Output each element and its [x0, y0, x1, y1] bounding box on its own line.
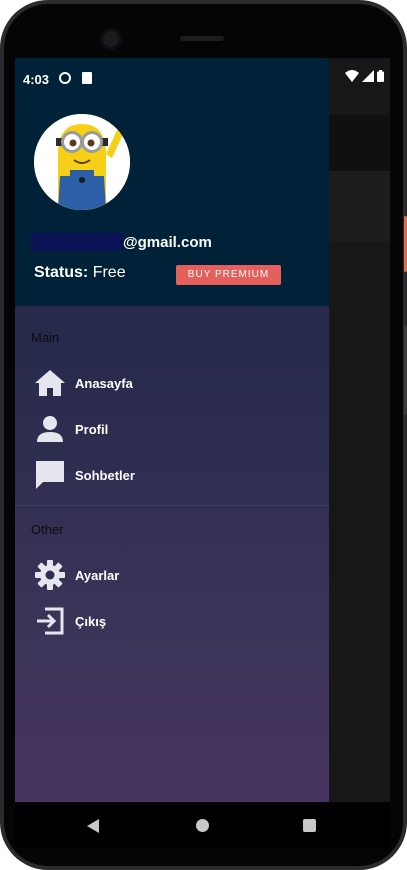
camera — [103, 31, 119, 47]
status-bar: 4:03 — [15, 58, 390, 98]
logout-icon — [34, 605, 66, 637]
menu-label-logout: Çıkış — [75, 613, 107, 629]
data-saver-icon — [59, 72, 71, 84]
email-domain: @gmail.com — [123, 233, 212, 251]
speaker — [180, 36, 224, 41]
recents-icon[interactable] — [303, 819, 316, 832]
signal-icon — [362, 70, 374, 82]
status-row: Status: Free — [34, 264, 126, 282]
section-title-other: Other — [31, 522, 64, 537]
wifi-icon — [345, 70, 359, 82]
menu-label-profile: Profil — [75, 421, 109, 437]
menu-item-logout[interactable]: Çıkış — [34, 601, 314, 641]
buy-premium-button[interactable]: BUY PREMIUM — [176, 265, 281, 285]
home-nav-icon[interactable] — [196, 819, 209, 832]
background-app-card — [329, 171, 390, 241]
email-row: @gmail.com — [31, 232, 212, 252]
battery-icon — [377, 70, 384, 82]
status-value: Free — [92, 264, 126, 281]
sd-card-icon — [82, 72, 92, 84]
back-icon[interactable] — [87, 819, 99, 833]
status-right-icons — [345, 70, 384, 82]
gear-icon — [34, 559, 66, 591]
system-nav-bar — [15, 802, 390, 848]
menu-label-chats: Sohbetler — [75, 467, 135, 483]
menu-divider — [15, 505, 329, 506]
background-app-toolbar — [329, 115, 390, 171]
menu-item-home[interactable]: Anasayfa — [34, 363, 314, 403]
home-icon — [34, 367, 66, 399]
menu-item-settings[interactable]: Ayarlar — [34, 555, 314, 595]
menu-label-settings: Ayarlar — [75, 567, 120, 583]
chat-icon — [34, 459, 66, 491]
menu-label-home: Anasayfa — [75, 375, 133, 391]
navigation-drawer: @gmail.com Status: Free BUY PREMIUM Main… — [15, 58, 329, 802]
phone-frame: @gmail.com Status: Free BUY PREMIUM Main… — [0, 0, 407, 870]
avatar[interactable] — [34, 114, 130, 210]
email-redaction — [31, 233, 123, 251]
person-icon — [34, 413, 66, 445]
menu-item-chats[interactable]: Sohbetler — [34, 455, 314, 495]
status-time: 4:03 — [23, 72, 50, 87]
status-label: Status: — [34, 264, 89, 281]
minion-avatar-image — [34, 114, 130, 210]
section-title-main: Main — [31, 330, 60, 345]
menu-item-profile[interactable]: Profil — [34, 409, 314, 449]
screen: @gmail.com Status: Free BUY PREMIUM Main… — [15, 58, 390, 802]
